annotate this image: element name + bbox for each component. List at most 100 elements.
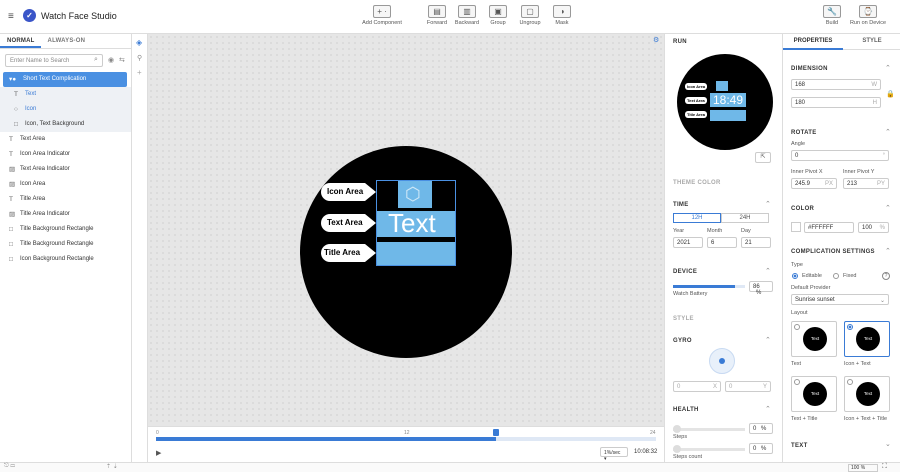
add-icon[interactable]: + bbox=[137, 68, 142, 77]
steps-count-slider[interactable] bbox=[673, 448, 745, 451]
layer-icon-area-indicator[interactable]: T Icon Area Indicator bbox=[0, 147, 131, 162]
search-icon: ⌕ bbox=[94, 56, 98, 63]
day-input[interactable]: 21 bbox=[741, 237, 771, 248]
chevron-up-icon[interactable]: ⌃ bbox=[765, 267, 771, 275]
backward-icon: ▥ bbox=[458, 5, 476, 18]
tab-style[interactable]: STYLE bbox=[843, 34, 900, 50]
run-panel-icon[interactable]: ⚙ bbox=[653, 36, 663, 44]
collapse-icons[interactable]: ⇡ ⇣ bbox=[106, 463, 118, 470]
color-hex-input[interactable]: #FFFFFF bbox=[804, 222, 854, 233]
image-icon: ▨ bbox=[9, 181, 16, 188]
angle-input[interactable]: 0 ° bbox=[791, 150, 889, 161]
tab-properties[interactable]: PROPERTIES bbox=[783, 34, 843, 50]
layers-icon[interactable]: ◈ bbox=[136, 38, 142, 47]
width-input[interactable]: 168 W bbox=[791, 79, 881, 90]
layer-title-area-indicator[interactable]: ▨ Title Area Indicator bbox=[0, 207, 131, 222]
menu-icon[interactable]: ≡ bbox=[8, 11, 14, 22]
month-input[interactable]: 6 bbox=[707, 237, 737, 248]
design-canvas[interactable]: ⬡ Text Icon Area Text Area Title Area bbox=[148, 34, 664, 426]
fixed-radio[interactable] bbox=[833, 273, 839, 279]
ungroup-icon: ▢ bbox=[521, 5, 539, 18]
steps-count-slider-handle[interactable] bbox=[673, 445, 681, 453]
text-icon: T bbox=[9, 136, 13, 143]
layout-card-icon-text[interactable]: Text bbox=[844, 321, 890, 357]
battery-input[interactable]: 86 % bbox=[749, 281, 773, 296]
properties-panel: PROPERTIES STYLE DIMENSION ⌃ 168 W 180 H 🔒… bbox=[782, 34, 900, 462]
chevron-up-icon[interactable]: ⌃ bbox=[765, 336, 771, 344]
style-header: STYLE bbox=[673, 316, 694, 322]
forward-icon: ▤ bbox=[428, 5, 446, 18]
layout-card-text[interactable]: Text bbox=[791, 321, 837, 357]
left-footer-icons: ⎋ ▭ bbox=[4, 463, 15, 469]
chevron-up-icon[interactable]: ⌃ bbox=[765, 200, 771, 208]
layer-title-background-rectangle[interactable]: □ Title Background Rectangle bbox=[0, 222, 131, 237]
layer-title-area[interactable]: T Title Area bbox=[0, 192, 131, 207]
layer-icon-area[interactable]: ▨ Icon Area bbox=[0, 177, 131, 192]
app-title: Watch Face Studio bbox=[41, 11, 117, 21]
image-icon: ▨ bbox=[9, 166, 16, 173]
layer-title-background-rectangle-2[interactable]: □ Title Background Rectangle bbox=[0, 237, 131, 252]
chevron-down-icon[interactable]: ⌄ bbox=[885, 440, 891, 448]
steps-count-label: Steps count bbox=[673, 454, 703, 460]
layer-panel: NORMAL ALWAYS-ON Enter Name to Search ⌕ … bbox=[0, 34, 132, 462]
time-header: TIME bbox=[673, 202, 689, 208]
layout-card-text-title[interactable]: Text bbox=[791, 376, 837, 412]
color-swatch[interactable] bbox=[791, 222, 801, 232]
steps-input[interactable]: 0 % bbox=[749, 423, 773, 434]
type-label: Type bbox=[791, 262, 803, 268]
image-icon: ▨ bbox=[9, 211, 16, 218]
year-input[interactable]: 2021 bbox=[673, 237, 703, 248]
layer-text-area-indicator[interactable]: ▨ Text Area Indicator bbox=[0, 162, 131, 177]
play-icon[interactable]: ▶ bbox=[156, 449, 161, 457]
layout-card-icon-text-title[interactable]: Text bbox=[844, 376, 890, 412]
steps-count-input[interactable]: 0 % bbox=[749, 443, 773, 454]
time-24h-button[interactable]: 24H bbox=[721, 213, 769, 223]
help-icon[interactable]: ? bbox=[882, 272, 890, 280]
timeline-tick-12: 12 bbox=[404, 430, 410, 436]
search-input[interactable]: Enter Name to Search bbox=[5, 54, 103, 67]
steps-slider-handle[interactable] bbox=[673, 425, 681, 433]
chevron-up-icon[interactable]: ⌃ bbox=[885, 204, 891, 212]
speed-select[interactable]: 1%/sec ▾ bbox=[600, 447, 628, 462]
lock-toggle-icon[interactable]: ⇆ bbox=[119, 56, 125, 64]
chevron-up-icon[interactable]: ⌃ bbox=[885, 128, 891, 136]
tab-normal[interactable]: NORMAL bbox=[0, 34, 41, 48]
gyro-dot[interactable] bbox=[719, 358, 725, 364]
height-input[interactable]: 180 H bbox=[791, 97, 881, 108]
opacity-input[interactable]: 100% bbox=[858, 222, 889, 233]
pin-icon[interactable]: ⚲ bbox=[137, 54, 142, 62]
popout-button[interactable]: ⇱ bbox=[755, 152, 771, 163]
circle-icon: ○ bbox=[14, 106, 18, 113]
gyro-x-input[interactable]: 0X bbox=[673, 381, 721, 392]
timeline-handle[interactable] bbox=[493, 429, 499, 436]
gyro-y-input[interactable]: 0Y bbox=[725, 381, 771, 392]
zoom-input[interactable]: 100 % bbox=[848, 464, 878, 472]
layer-icon[interactable]: ○ Icon bbox=[0, 102, 131, 117]
run-on-device-button[interactable]: ⌚ Run on Device bbox=[845, 5, 891, 26]
chevron-up-icon[interactable]: ⌃ bbox=[885, 247, 891, 255]
rectangle-icon: □ bbox=[9, 256, 13, 263]
text-icon: T bbox=[9, 151, 13, 158]
layer-short-text-complication[interactable]: ▾● Short Text Complication bbox=[3, 72, 127, 87]
layer-text[interactable]: T Text bbox=[0, 87, 131, 102]
chevron-up-icon[interactable]: ⌃ bbox=[765, 405, 771, 413]
provider-select[interactable]: Sunrise sunset ⌄ bbox=[791, 294, 889, 305]
visibility-icon[interactable]: ◉ bbox=[108, 56, 114, 64]
default-provider-label: Default Provider bbox=[791, 285, 831, 291]
layer-icon-text-background[interactable]: □ Icon, Text Background bbox=[0, 117, 131, 132]
lock-icon[interactable]: 🔒 bbox=[886, 90, 895, 98]
add-component-button[interactable]: + · Add Component bbox=[360, 5, 404, 26]
chevron-up-icon[interactable]: ⌃ bbox=[885, 64, 891, 72]
layout-radio bbox=[794, 324, 800, 330]
mask-button[interactable]: ◑ Mask bbox=[540, 5, 584, 26]
time-12h-button[interactable]: 12H bbox=[673, 213, 721, 223]
fit-screen-icon[interactable]: ⛶ bbox=[882, 463, 887, 471]
tab-always-on[interactable]: ALWAYS-ON bbox=[41, 34, 92, 48]
steps-slider[interactable] bbox=[673, 428, 745, 431]
layer-text-area[interactable]: T Text Area bbox=[0, 132, 131, 147]
editable-radio[interactable] bbox=[792, 273, 798, 279]
watch-icon: ⌚ bbox=[859, 5, 877, 18]
pivot-x-input[interactable]: 245.9 PX bbox=[791, 178, 837, 189]
pivot-y-input[interactable]: 213 PY bbox=[843, 178, 889, 189]
layer-icon-background-rectangle[interactable]: □ Icon Background Rectangle bbox=[0, 252, 131, 267]
